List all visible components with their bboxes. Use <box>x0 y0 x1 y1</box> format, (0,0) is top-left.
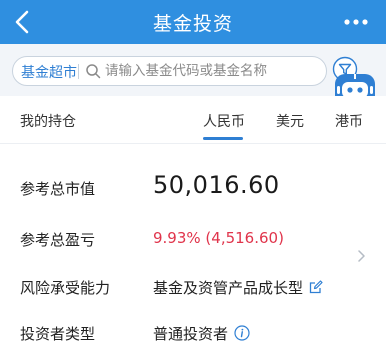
risk-value: 基金及资管产品成长型 <box>153 279 304 297</box>
fund-market-link[interactable]: 基金超市 <box>21 62 77 82</box>
market-value-label: 参考总市值 <box>20 180 96 198</box>
tab-hkd[interactable]: 港币 <box>335 111 363 131</box>
risk-value-wrap: 基金及资管产品成长型 <box>153 277 323 298</box>
search-input[interactable] <box>105 61 320 81</box>
info-icon[interactable] <box>234 325 250 341</box>
tab-rmb[interactable]: 人民币 <box>203 111 245 131</box>
investor-type-label: 投资者类型 <box>20 325 96 343</box>
search-divider <box>78 64 79 79</box>
search-icon <box>86 64 101 79</box>
profit-value: 9.93% (4,516.60) <box>153 229 284 247</box>
investor-type-value: 普通投资者 <box>153 325 229 343</box>
top-bar: 基金投资 <box>0 0 386 44</box>
more-dots-icon[interactable] <box>342 12 370 32</box>
search-bar: 基金超市 <box>0 44 386 96</box>
page-title: 基金投资 <box>152 13 233 35</box>
investor-type-wrap: 普通投资者 <box>153 323 250 344</box>
edit-icon[interactable] <box>309 280 323 294</box>
active-tab-indicator <box>203 137 243 140</box>
holdings-title: 我的持仓 <box>20 114 76 130</box>
chevron-right-icon[interactable] <box>356 249 366 263</box>
tab-usd[interactable]: 美元 <box>276 111 304 131</box>
search-box[interactable]: 基金超市 <box>12 56 327 86</box>
profit-label: 参考总盈亏 <box>20 231 96 249</box>
tabs-divider <box>0 143 386 144</box>
currency-tabs: 我的持仓 人民币 美元 港币 <box>0 96 386 142</box>
market-value: 50,016.60 <box>153 171 280 199</box>
risk-label: 风险承受能力 <box>20 279 111 297</box>
